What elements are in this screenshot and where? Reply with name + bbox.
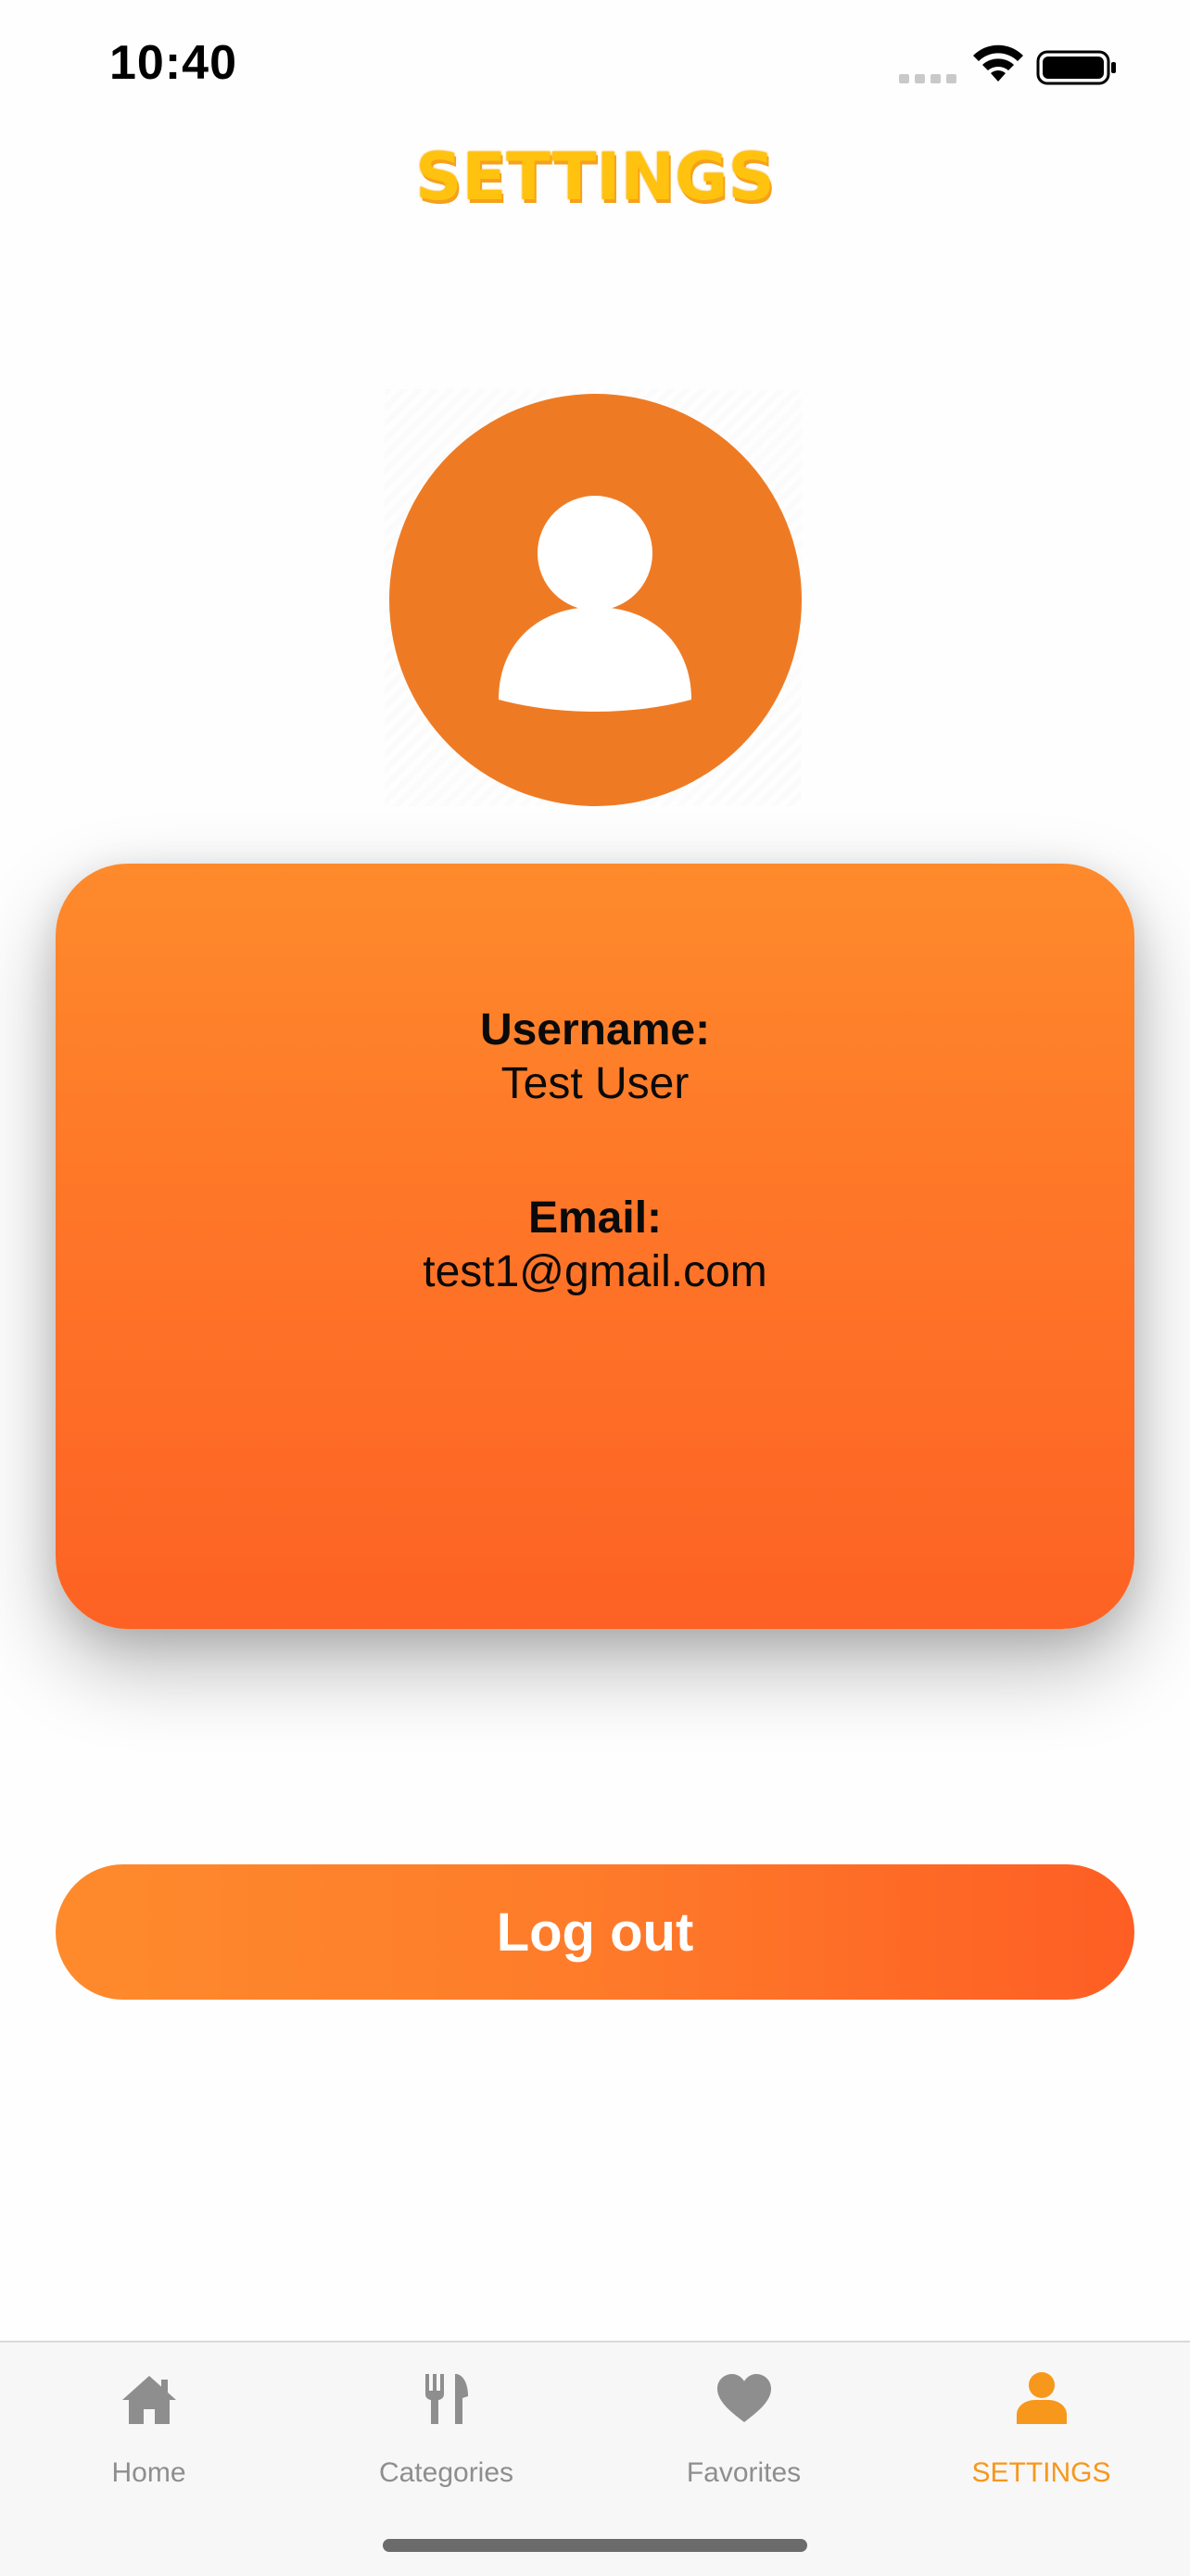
username-label: Username: — [479, 1005, 711, 1054]
email-value: test1@gmail.com — [423, 1247, 767, 1296]
email-label: Email: — [527, 1193, 663, 1243]
cellular-signal-icon — [899, 74, 956, 83]
avatar[interactable] — [389, 394, 802, 806]
page-title: SETTINGS — [415, 139, 775, 215]
user-avatar-icon — [499, 496, 691, 712]
tab-label-home: Home — [111, 2457, 186, 2488]
tab-label-categories: Categories — [378, 2457, 514, 2488]
tab-favorites[interactable]: Favorites — [595, 2342, 892, 2500]
username-value: Test User — [500, 1059, 690, 1108]
home-icon — [119, 2368, 180, 2430]
profile-card: Username: Test User Email: test1@gmail.c… — [56, 864, 1134, 1629]
wifi-icon — [973, 44, 1023, 82]
tab-label-settings: SETTINGS — [971, 2457, 1111, 2488]
status-time: 10:40 — [109, 36, 237, 90]
user-icon — [1011, 2368, 1072, 2430]
status-bar: 10:40 — [0, 0, 1190, 139]
tab-home[interactable]: Home — [0, 2342, 298, 2500]
heart-icon — [714, 2368, 775, 2430]
home-indicator[interactable] — [383, 2539, 807, 2552]
tab-categories[interactable]: Categories — [298, 2342, 595, 2500]
logout-button[interactable]: Log out — [56, 1864, 1134, 2000]
avatar-container — [385, 389, 802, 806]
fork-knife-icon — [416, 2368, 477, 2430]
battery-icon — [1036, 50, 1116, 85]
tab-settings[interactable]: SETTINGS — [892, 2342, 1190, 2500]
tab-label-favorites: Favorites — [686, 2457, 802, 2488]
